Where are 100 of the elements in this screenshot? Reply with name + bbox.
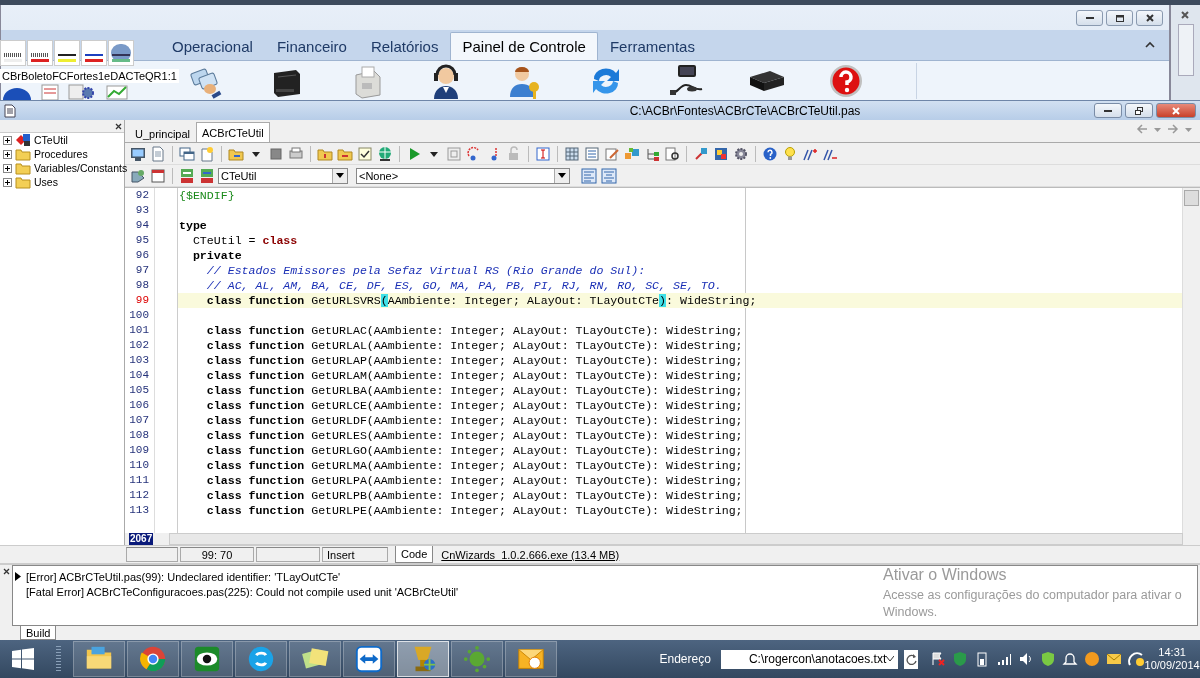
ribbon-tab[interactable]: Financeiro <box>264 32 359 60</box>
scrollbar-thumb[interactable] <box>1184 190 1199 206</box>
numbers-icon[interactable] <box>713 145 729 162</box>
taskbar-app[interactable] <box>234 641 287 677</box>
minimize-button[interactable] <box>1094 103 1122 118</box>
code-line: class function GetURLCE(AAmbiente: Integer; ALayOut: TLayOutCTe): WideString; <box>205 398 744 413</box>
taskbar-app[interactable] <box>180 641 233 677</box>
tree-item[interactable]: CTeUtil <box>34 134 68 146</box>
scrollbar[interactable] <box>1177 24 1194 76</box>
expand-icon[interactable] <box>3 135 12 145</box>
error-message[interactable]: [Fatal Error] ACBrCTeConfiguracoes.pas(225): Could not compile used unit 'ACBrCteUtil' <box>26 585 459 598</box>
dropdown-arrow-icon[interactable] <box>336 172 344 179</box>
shield-icon[interactable] <box>1040 651 1057 667</box>
code-line: class function GetURLAC(AAmbiente: Integer; ALayOut: TLayOutCTe): WideString; <box>205 323 744 338</box>
class-dropdown[interactable]: CTeUtil <box>218 167 348 184</box>
tree-item[interactable]: Procedures <box>34 148 88 160</box>
gear-icon[interactable] <box>733 145 749 162</box>
maximize-button[interactable] <box>1106 9 1133 26</box>
unit-icon[interactable] <box>130 167 146 184</box>
minimize-icon <box>1104 109 1112 112</box>
checklist-icon[interactable] <box>357 145 373 162</box>
envelope-icon[interactable] <box>1106 651 1123 667</box>
address-label: Endereço <box>659 652 711 666</box>
tree-item[interactable]: Variables/Constants <box>34 162 128 174</box>
pointer-icon <box>15 572 21 581</box>
code-line: private <box>191 248 243 263</box>
scrollbar[interactable] <box>169 533 1183 545</box>
network-icon[interactable] <box>1128 651 1145 667</box>
cursor-position: 99: 70 <box>180 547 254 562</box>
unit-icon <box>15 133 31 147</box>
window-icon[interactable] <box>150 167 166 184</box>
ribbon-tab[interactable]: Ferramentas <box>597 32 707 60</box>
step-icon[interactable] <box>466 145 482 162</box>
editor-tab[interactable]: ACBrCTeUtil <box>196 122 270 142</box>
help-icon[interactable] <box>828 62 864 99</box>
bell-icon[interactable] <box>1062 651 1079 667</box>
editor-tab[interactable]: U_principal <box>129 124 197 142</box>
line-number: 95 <box>134 233 149 248</box>
line-number: 99 <box>134 293 149 308</box>
line-number: 96 <box>134 248 149 263</box>
expand-icon[interactable] <box>3 177 12 187</box>
close-button[interactable] <box>1136 9 1163 26</box>
interface-icon[interactable] <box>179 167 195 184</box>
method-dropdown[interactable]: <None> <box>356 167 570 184</box>
smiley-icon[interactable] <box>1084 651 1101 667</box>
ribbon-tab[interactable]: Operacional <box>160 32 265 60</box>
tree-item[interactable]: Uses <box>34 176 58 188</box>
code-tab[interactable]: Code <box>395 546 434 563</box>
line-number: 101 <box>128 323 149 338</box>
line-number: 97 <box>134 263 149 278</box>
expand-icon[interactable] <box>3 149 12 159</box>
refresh-icon[interactable] <box>905 653 918 665</box>
minimize-button[interactable] <box>1076 9 1103 26</box>
taskbar-app[interactable] <box>504 641 557 677</box>
ribbon-tab[interactable]: Relatórios <box>358 32 451 60</box>
build-tab[interactable]: Build <box>20 626 57 640</box>
close-icon[interactable] <box>1179 10 1192 20</box>
globe-icon[interactable] <box>377 145 393 162</box>
ribbon-tab[interactable]: Painel de Controle <box>450 32 598 60</box>
restore-icon <box>1134 105 1144 116</box>
grid-icon[interactable] <box>564 145 580 162</box>
close-icon <box>1144 12 1155 23</box>
tools-icon[interactable] <box>693 145 709 162</box>
code-editor[interactable] <box>178 188 1182 533</box>
edit-mode: Insert <box>322 547 388 562</box>
text-cursor-icon[interactable] <box>535 145 551 162</box>
line-number: 107 <box>128 413 149 428</box>
code-line: class function GetURLBA(AAmbiente: Integer; ALayOut: TLayOutCTe): WideString; <box>205 383 744 398</box>
expand-icon[interactable] <box>3 163 12 173</box>
clock[interactable]: 14:31 10/09/2014 <box>1144 646 1200 672</box>
help-icon[interactable] <box>762 145 778 162</box>
signal-icon[interactable] <box>996 651 1013 667</box>
blocks-icon[interactable] <box>624 145 640 162</box>
folder-icon <box>15 147 31 161</box>
flag-icon[interactable] <box>930 651 947 667</box>
screen-icon[interactable] <box>130 145 146 162</box>
square-icon[interactable] <box>268 145 284 162</box>
taskbar-app[interactable] <box>342 641 395 677</box>
line-count: 2067 <box>129 533 154 545</box>
ring-icon <box>137 644 168 674</box>
dropdown-arrow-icon[interactable] <box>558 172 566 179</box>
restore-button[interactable] <box>1125 103 1153 118</box>
close-icon[interactable] <box>115 122 122 130</box>
code-line: // AC, AL, AM, BA, CE, DF, ES, GO, MA, PA, PB, PI, RJ, RN, RO, SC, SE, TO. <box>205 278 723 293</box>
address-field[interactable]: C:\rogercon\anotacoes.txt <box>720 649 899 669</box>
code-line: class function GetURLAP(AAmbiente: Integer; ALayOut: TLayOutCTe): WideString; <box>205 353 744 368</box>
chart-icon[interactable] <box>106 84 128 100</box>
windows-icon[interactable] <box>179 145 195 162</box>
maximize-icon <box>1114 12 1125 23</box>
error-message[interactable]: [Error] ACBrCTeUtil.pas(99): Undeclared identifier: 'TLayOutCTe' <box>26 570 341 583</box>
component-icon[interactable] <box>109 41 133 65</box>
windows-icon[interactable] <box>12 648 35 670</box>
pencil-icon[interactable] <box>604 145 620 162</box>
implementation-icon[interactable] <box>199 167 215 184</box>
find-icon[interactable] <box>664 145 680 162</box>
line-number: 105 <box>128 383 149 398</box>
watermark-title: Ativar o Windows <box>883 566 1008 584</box>
close-icon[interactable] <box>2 568 10 575</box>
code-line: class function GetURLES(AAmbiente: Integer; ALayOut: TLayOutCTe): WideString; <box>205 428 744 443</box>
collapse-icon[interactable] <box>1145 40 1155 48</box>
